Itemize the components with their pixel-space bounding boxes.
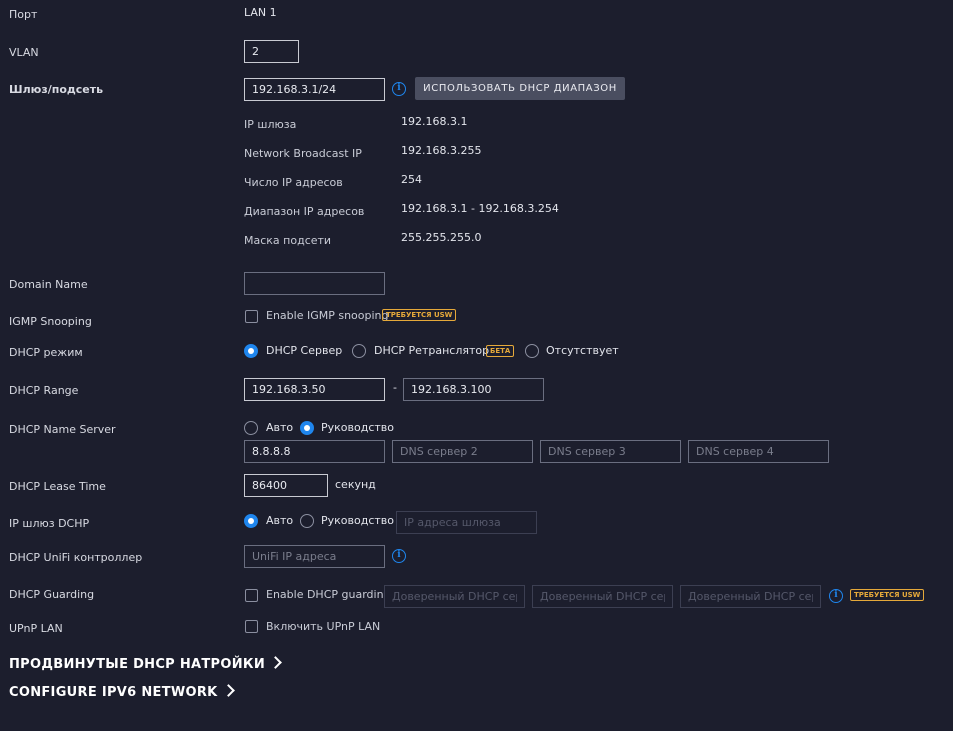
dns-server-3-input[interactable] [540,440,681,463]
gateway-subnet-input[interactable] [244,78,385,101]
dhcp-name-server-label: DHCP Name Server [9,423,116,436]
domain-name-input[interactable] [244,272,385,295]
vlan-input[interactable] [244,40,299,63]
lease-time-unit: секунд [335,478,376,491]
requires-usw-badge: ТРЕБУЕТСЯ USW [850,589,925,601]
dns-server-2-input[interactable] [392,440,533,463]
dhcp-none-label: Отсутствует [546,344,619,357]
dhcp-server-radio[interactable] [244,344,258,358]
requires-usw-badge: ТРЕБУЕТСЯ USW [382,309,457,321]
dhcp-guarding-checkbox[interactable] [245,589,258,602]
domain-name-label: Domain Name [9,278,88,291]
configure-ipv6-link[interactable]: CONFIGURE IPV6 NETWORK [9,684,235,700]
dhcp-guarding-checkbox-label: Enable DHCP guarding [266,588,391,601]
igmp-checkbox-label: Enable IGMP snooping [266,309,389,322]
gateway-ip-value: 192.168.3.1 [401,115,468,128]
gateway-ip-label: IP шлюза [244,118,297,131]
subnet-mask-label: Маска подсети [244,234,332,247]
name-server-auto-label: Авто [266,421,294,434]
advanced-dhcp-settings-link[interactable]: ПРОДВИНУТЫЕ DHCP НАТРОЙКИ [9,656,282,672]
dns-server-4-input[interactable] [688,440,829,463]
range-separator: - [393,381,397,394]
ip-range-label: Диапазон IP адресов [244,205,365,218]
ip-count-value: 254 [401,173,422,186]
use-dhcp-range-button[interactable]: ИСПОЛЬЗОВАТЬ DHCP ДИАПАЗОН [415,77,625,100]
info-icon[interactable]: i [392,549,406,563]
upnp-checkbox[interactable] [245,620,258,633]
dhcp-gateway-manual-radio[interactable] [300,514,314,528]
upnp-checkbox-label: Включить UPnP LAN [266,620,381,633]
dhcp-gateway-auto-radio[interactable] [244,514,258,528]
igmp-label: IGMP Snooping [9,315,92,328]
igmp-checkbox[interactable] [245,310,258,323]
dhcp-gateway-ip-input[interactable] [396,511,537,534]
lease-time-label: DHCP Lease Time [9,480,106,493]
dhcp-gateway-manual-label: Руководство [321,514,395,527]
info-icon[interactable]: i [392,82,406,96]
dhcp-mode-label: DHCP режим [9,346,83,359]
unifi-controller-label: DHCP UniFi контроллер [9,551,143,564]
name-server-auto-radio[interactable] [244,421,258,435]
trusted-dhcp-server-1-input[interactable] [384,585,525,608]
lease-time-input[interactable] [244,474,328,497]
dhcp-relay-radio[interactable] [352,344,366,358]
beta-badge: БЕТА [486,345,515,357]
unifi-controller-input[interactable] [244,545,385,568]
trusted-dhcp-server-3-input[interactable] [680,585,821,608]
trusted-dhcp-server-2-input[interactable] [532,585,673,608]
ip-range-value: 192.168.3.1 - 192.168.3.254 [401,202,559,215]
dhcp-range-label: DHCP Range [9,384,79,397]
dns-server-1-input[interactable] [244,440,385,463]
dhcp-none-radio[interactable] [525,344,539,358]
configure-ipv6-text: CONFIGURE IPV6 NETWORK [9,685,218,700]
dhcp-gateway-label: IP шлюз DCHP [9,517,90,530]
chevron-right-icon [221,684,235,697]
vlan-label: VLAN [9,46,39,59]
dhcp-relay-label: DHCP Ретранслятор [374,344,490,357]
dhcp-guarding-label: DHCP Guarding [9,588,95,601]
ip-count-label: Число IP адресов [244,176,343,189]
subnet-mask-value: 255.255.255.0 [401,231,482,244]
broadcast-ip-label: Network Broadcast IP [244,147,362,160]
dhcp-range-start-input[interactable] [244,378,385,401]
chevron-right-icon [269,656,282,669]
dhcp-range-end-input[interactable] [403,378,544,401]
upnp-label: UPnP LAN [9,622,63,635]
name-server-manual-radio[interactable] [300,421,314,435]
gateway-label: Шлюз/подсеть [9,83,104,96]
advanced-dhcp-settings-text: ПРОДВИНУТЫЕ DHCP НАТРОЙКИ [9,657,266,672]
dhcp-gateway-auto-label: Авто [266,514,294,527]
info-icon[interactable]: i [829,589,843,603]
broadcast-ip-value: 192.168.3.255 [401,144,482,157]
port-value: LAN 1 [244,6,277,19]
dhcp-server-label: DHCP Сервер [266,344,343,357]
port-label: Порт [9,8,38,21]
name-server-manual-label: Руководство [321,421,395,434]
